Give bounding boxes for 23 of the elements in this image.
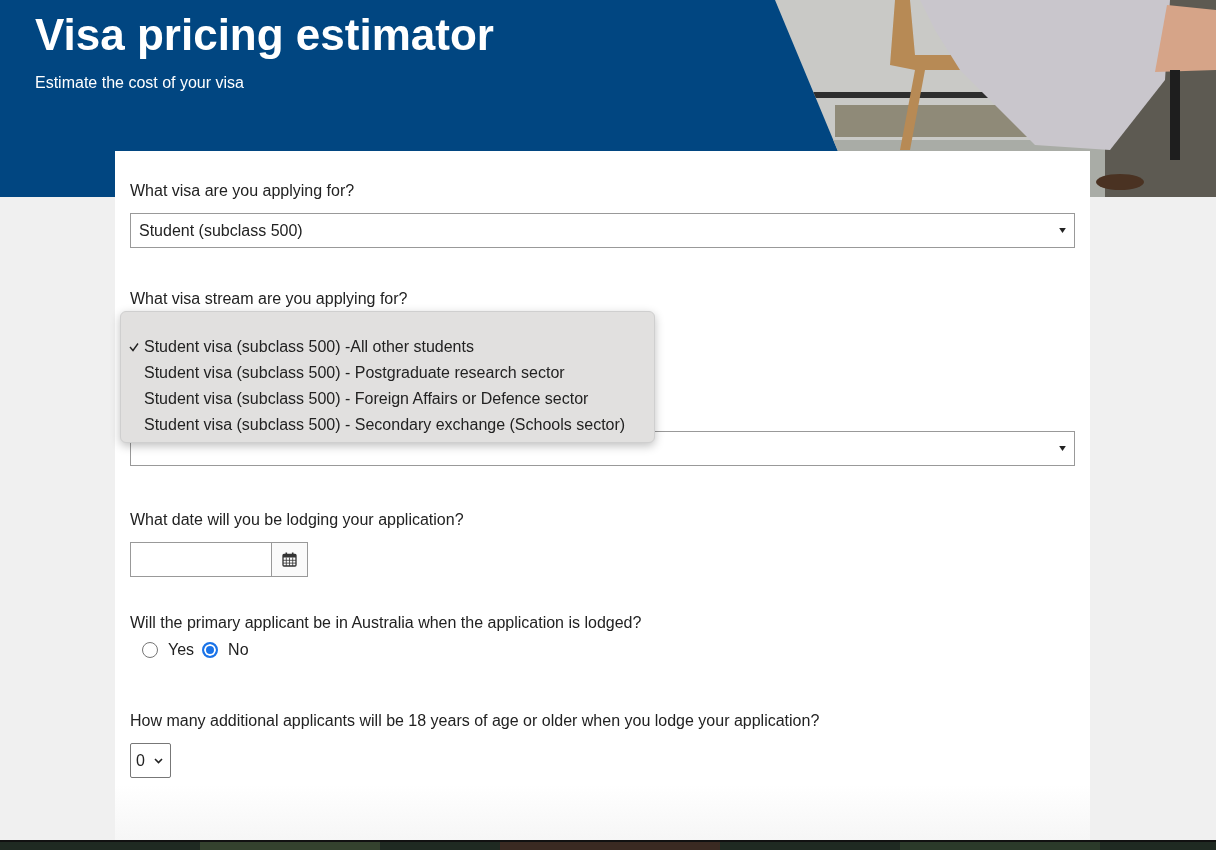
radio-label[interactable]: Yes	[168, 641, 195, 659]
select-field[interactable]: Student (subclass 500)	[130, 213, 1075, 248]
number-select[interactable]: 0	[130, 743, 171, 778]
radio-button[interactable]	[202, 642, 219, 658]
dropdown-option[interactable]: Student visa (subclass 500) - Foreign Affairs or Defence sector	[129, 386, 589, 412]
calendar-button[interactable]	[272, 542, 308, 577]
question-label: How many additional applicants will be 18 years of age or older when you lodge your application?	[130, 711, 820, 731]
page-title: Visa pricing estimator	[35, 10, 494, 60]
dropdown-option[interactable]: Student visa (subclass 500) -All other students	[129, 334, 474, 360]
question-label: What date will you be lodging your application?	[130, 510, 464, 530]
date-field[interactable]	[130, 542, 272, 577]
question-label: What visa are you applying for?	[130, 181, 355, 201]
dropdown-option[interactable]: Student visa (subclass 500) - Secondary exchange (Schools sector)	[129, 412, 626, 438]
radio-label[interactable]: No	[228, 641, 249, 659]
radio-button[interactable]	[142, 642, 158, 658]
dropdown-option[interactable]: Student visa (subclass 500) - Postgraduate research sector	[129, 360, 565, 386]
caret-icon	[1059, 446, 1066, 451]
page-subtitle: Estimate the cost of your visa	[35, 74, 245, 92]
question-label: What visa stream are you applying for?	[130, 289, 408, 309]
calendar-icon	[282, 552, 297, 567]
question-label: Will the primary applicant be in Australia when the application is lodged?	[130, 613, 642, 633]
caret-icon	[1059, 228, 1066, 233]
chevron-down-icon	[154, 757, 163, 764]
